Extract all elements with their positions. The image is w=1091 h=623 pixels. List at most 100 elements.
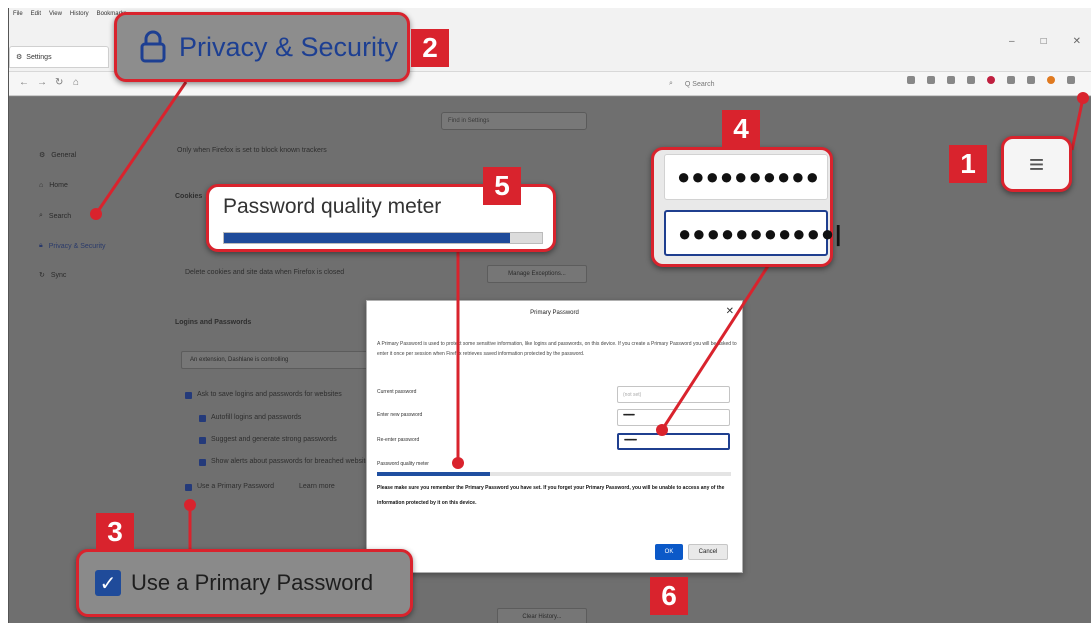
new-password-field[interactable]: •••••••••• [617, 409, 730, 426]
sidebar-item-sync[interactable]: ↻ Sync [39, 271, 67, 280]
url-search-bar[interactable]: ⌕ Q Search [669, 77, 869, 91]
zoomed-meter-fill [224, 233, 511, 243]
close-window-button[interactable]: ✕ [1073, 36, 1081, 47]
dialog-description: A Primary Password is used to protect so… [377, 341, 737, 357]
manage-exceptions-button[interactable]: Manage Exceptions... [487, 265, 587, 283]
reload-icon[interactable]: ↻ [55, 77, 63, 88]
extension-icon[interactable] [1007, 76, 1015, 84]
callout-dot-3 [184, 499, 196, 511]
meter-fill [377, 472, 491, 476]
cookies-heading: Cookies [175, 193, 203, 200]
learn-more-link[interactable]: Learn more [299, 483, 335, 490]
menu-view[interactable]: View [49, 11, 62, 22]
checkmark-icon: ✓ [95, 570, 121, 596]
library-icon[interactable] [947, 76, 955, 84]
sidebar-toggle-icon[interactable] [967, 76, 975, 84]
current-password-field[interactable]: (not set) [617, 386, 730, 403]
callout-use-primary-password: ✓ Use a Primary Password [76, 549, 413, 617]
reenter-password-field[interactable]: ••••••••••• [617, 433, 730, 450]
toolbar-icons [907, 76, 1075, 84]
app-menu-icon[interactable] [1067, 76, 1075, 84]
callout-privacy-label: Privacy & Security [179, 31, 399, 62]
hamburger-menu-icon: ≡ [1028, 148, 1045, 179]
back-arrow-icon[interactable]: ← [19, 77, 29, 88]
delete-cookies-text: Delete cookies and site data when Firefo… [185, 269, 345, 276]
callout-primary-label: Use a Primary Password [131, 570, 374, 595]
dialog-title: Primary Password [530, 310, 579, 316]
search-engine-icon: ⌕ [669, 80, 673, 87]
home-icon: ⌂ [39, 182, 44, 189]
cancel-button[interactable]: Cancel [688, 544, 728, 560]
ok-button[interactable]: OK [655, 544, 683, 560]
sync-icon: ↻ [39, 272, 45, 279]
minimize-button[interactable]: – [1009, 36, 1015, 47]
sidebar-item-label: Home [49, 182, 68, 189]
sidebar-item-privacy[interactable]: 🔒︎ Privacy & Security [39, 242, 106, 250]
step-badge-6: 6 [650, 577, 688, 615]
account-avatar-icon[interactable] [1047, 76, 1055, 84]
forward-arrow-icon[interactable]: → [37, 77, 47, 88]
extension-control-banner: An extension, Dashlane is controlling [181, 351, 371, 369]
meter-label: Password quality meter [377, 461, 429, 467]
zoomed-reenter-password: ●●●●●●●●●●●| [664, 210, 841, 256]
primary-password-label: Use a Primary Password [197, 483, 275, 490]
sidebar-item-search[interactable]: ⌕ Search [39, 212, 71, 220]
extension-red-icon[interactable] [987, 76, 995, 84]
settings-search-input[interactable]: Find in Settings [441, 112, 587, 130]
warning-text: Please make sure you remember the Primar… [377, 485, 725, 506]
callout-privacy-security: Privacy & Security [114, 12, 410, 82]
tracker-option-text: Only when Firefox is set to block known … [177, 147, 327, 154]
callout-dot-2 [90, 208, 102, 220]
lock-icon [140, 30, 166, 63]
sidebar-item-home[interactable]: ⌂ Home [39, 182, 68, 189]
reenter-password-label: Re-enter password [377, 437, 420, 443]
maximize-button[interactable]: □ [1041, 36, 1047, 47]
callout-app-menu: ≡ [1001, 136, 1072, 192]
step-badge-1: 1 [949, 145, 987, 183]
suggest-label: Suggest and generate strong passwords [211, 436, 337, 443]
ask-save-label: Ask to save logins and passwords for web… [197, 391, 342, 398]
autofill-checkbox[interactable] [199, 415, 206, 422]
alerts-checkbox[interactable] [199, 459, 206, 466]
gear-icon: ⚙ [39, 152, 46, 159]
extension-icon[interactable] [1027, 76, 1035, 84]
primary-password-checkbox[interactable] [185, 484, 192, 491]
tab-title: Settings [26, 53, 52, 61]
current-password-label: Current password [377, 389, 417, 395]
callout-dot-1 [1077, 92, 1089, 104]
password-quality-meter [377, 472, 731, 476]
new-password-label: Enter new password [377, 412, 423, 418]
screenshot-stage: File Edit View History Bookmarks ⚙ Setti… [0, 0, 1091, 623]
downloads-icon[interactable] [927, 76, 935, 84]
menu-edit[interactable]: Edit [31, 11, 41, 22]
callout-meter-label: Password quality meter [223, 195, 442, 218]
lock-icon: 🔒︎ [39, 242, 43, 249]
pocket-icon[interactable] [907, 76, 915, 84]
close-icon[interactable]: ✕ [726, 306, 734, 317]
menu-file[interactable]: File [13, 11, 23, 22]
url-search-placeholder: Q Search [684, 80, 715, 88]
sidebar-item-label: Sync [50, 271, 67, 279]
window-controls: – □ ✕ [1009, 36, 1081, 47]
step-badge-4: 4 [722, 110, 760, 148]
callout-password-fields: ●●●●●●●●●● ●●●●●●●●●●●| [651, 147, 841, 267]
ask-save-checkbox[interactable] [185, 392, 192, 399]
sidebar-item-label: Search [48, 212, 72, 220]
step-badge-5: 5 [483, 167, 521, 205]
suggest-checkbox[interactable] [199, 437, 206, 444]
home-nav-icon[interactable]: ⌂ [73, 77, 79, 88]
callout-dot-5 [452, 457, 464, 469]
zoomed-quality-meter [223, 232, 543, 244]
search-icon: ⌕ [39, 212, 43, 219]
menu-history[interactable]: History [70, 11, 89, 22]
autofill-label: Autofill logins and passwords [211, 414, 302, 421]
tab-settings[interactable]: ⚙ Settings [9, 46, 109, 68]
step-badge-3: 3 [96, 513, 134, 551]
zoomed-new-password: ●●●●●●●●●● [664, 154, 828, 200]
sidebar-item-label: Privacy & Security [48, 242, 106, 250]
logins-heading: Logins and Passwords [175, 319, 252, 326]
clear-history-button[interactable]: Clear History... [497, 608, 587, 623]
sidebar-item-general[interactable]: ⚙ General [39, 151, 76, 160]
step-badge-2: 2 [411, 29, 449, 67]
alerts-label: Show alerts about passwords for breached… [211, 458, 373, 465]
